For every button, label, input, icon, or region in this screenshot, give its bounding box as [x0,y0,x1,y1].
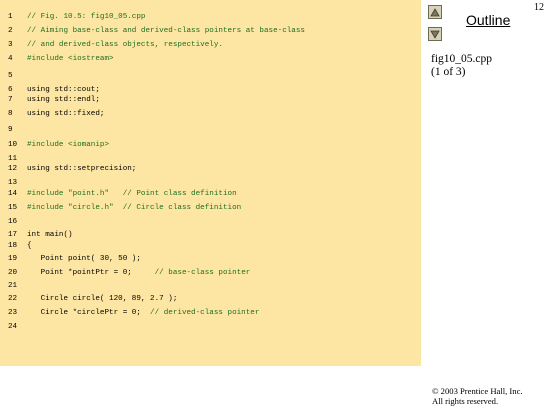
code-line: 19 Point point( 30, 50 ); [0,254,421,264]
code-line: 15 #include "circle.h" // Circle class de… [0,203,421,213]
line-number: 24 [8,323,18,331]
outline-page-info: (1 of 3) [431,66,466,78]
code-listing-panel: 1 // Fig. 10.5: fig10_05.cpp 2 // Aiming ba… [0,0,421,366]
code-text: Point point( 30, 50 ); [27,255,141,263]
line-number: 19 [8,255,18,263]
code-line: 5 [0,71,421,81]
line-number: 15 [8,204,18,212]
line-number: 5 [8,72,13,80]
outline-title[interactable]: Outline [466,12,510,28]
code-line: 13 [0,178,421,188]
line-number: 13 [8,179,18,187]
outline-previous-button[interactable] [428,5,442,19]
code-text: #include <iomanip> [27,141,110,149]
code-line: 20 Point *pointPtr = 0; // base-class po… [0,268,421,278]
line-number: 1 [8,13,13,21]
copyright-line: © 2003 Prentice Hall, Inc. [432,386,523,396]
code-text: { [27,242,32,250]
code-line: 12 using std::setprecision; [0,164,421,174]
line-number: 23 [8,309,18,317]
line-number: 12 [8,165,18,173]
copyright-notice: © 2003 Prentice Hall, Inc. All rights re… [432,386,523,406]
code-line: 22 Circle circle( 120, 89, 2.7 ); [0,294,421,304]
line-number: 4 [8,55,13,63]
code-line: 3 // and derived-class objects, respectiv… [0,40,421,50]
code-text: Point *pointPtr = 0; // base-class point… [27,269,251,277]
code-line: 23 Circle *circlePtr = 0; // derived-cla… [0,308,421,318]
line-number: 3 [8,41,13,49]
line-number: 6 [8,86,13,94]
slide-number: 12 [534,2,544,13]
line-number: 11 [8,155,18,163]
code-line: 1 // Fig. 10.5: fig10_05.cpp [0,12,421,22]
code-line: 10 #include <iomanip> [0,140,421,150]
line-number: 21 [8,282,18,290]
code-text: #include <iostream> [27,55,114,63]
code-line: 6 using std::cout; [0,85,421,95]
code-line: 11 [0,154,421,164]
line-number: 14 [8,190,18,198]
line-number: 8 [8,110,13,118]
line-number: 7 [8,96,13,104]
code-text: using std::fixed; [27,110,105,118]
code-line: 8 using std::fixed; [0,109,421,119]
code-line: 18 { [0,241,421,251]
code-text: Circle circle( 120, 89, 2.7 ); [27,295,178,303]
line-number: 16 [8,218,18,226]
code-text: // and derived-class objects, respective… [27,41,223,49]
code-line: 4 #include <iostream> [0,54,421,64]
code-text: // Aiming base-class and derived-class p… [27,27,305,35]
code-text: using std::endl; [27,96,100,104]
line-number: 20 [8,269,18,277]
triangle-up-icon [430,7,440,16]
code-text: // Fig. 10.5: fig10_05.cpp [27,13,146,21]
code-line: 9 [0,125,421,135]
code-line: 24 [0,322,421,332]
outline-filename: fig10_05.cpp [431,53,493,65]
code-text: Circle *circlePtr = 0; // derived-class … [27,309,260,317]
line-number: 18 [8,242,18,250]
line-number: 2 [8,27,13,35]
code-text: using std::setprecision; [27,165,137,173]
code-line: 2 // Aiming base-class and derived-class … [0,26,421,36]
line-number: 10 [8,141,18,149]
code-text: #include "point.h" // Point class defini… [27,190,237,198]
line-number: 22 [8,295,18,303]
code-line: 14 #include "point.h" // Point class defi… [0,189,421,199]
code-line: 21 [0,281,421,291]
outline-next-button[interactable] [428,27,442,41]
code-text: int main() [27,231,73,239]
rights-line: All rights reserved. [432,396,499,406]
code-line: 7 using std::endl; [0,95,421,105]
code-line: 17 int main() [0,230,421,240]
code-text: using std::cout; [27,86,100,94]
code-text: #include "circle.h" // Circle class defi… [27,204,242,212]
code-line: 16 [0,217,421,227]
line-number: 9 [8,126,13,134]
triangle-down-icon [430,30,440,39]
line-number: 17 [8,231,18,239]
